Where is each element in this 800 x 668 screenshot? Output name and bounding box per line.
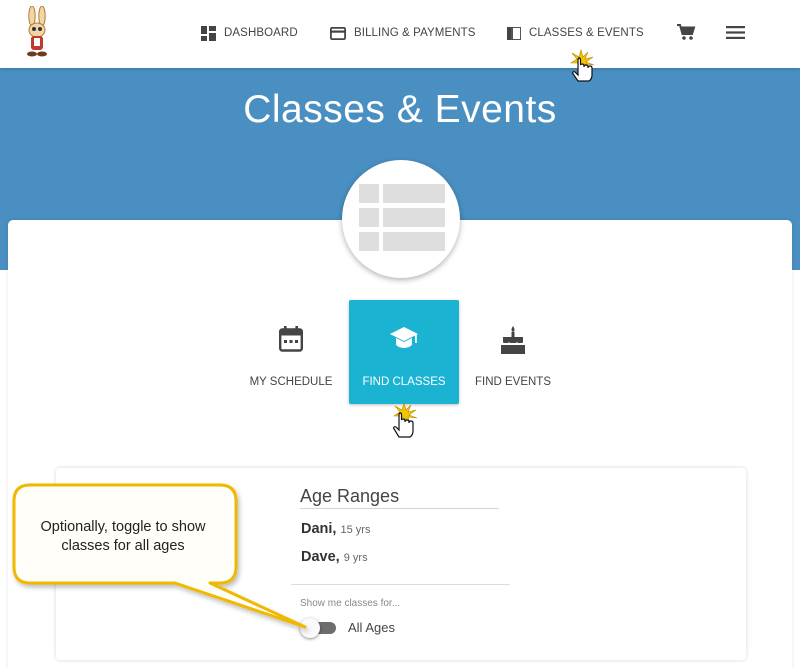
calendar-icon <box>279 326 303 352</box>
title-divider <box>300 508 499 509</box>
book-icon <box>507 26 521 40</box>
credit-card-icon <box>330 26 346 40</box>
hand-pointer-icon <box>392 401 418 438</box>
nav-billing-label: BILLING & PAYMENTS <box>354 27 476 39</box>
cake-icon <box>501 326 525 354</box>
tab-find-classes[interactable]: FIND CLASSES <box>349 300 459 404</box>
nav-classes-label: CLASSES & EVENTS <box>529 27 644 39</box>
hamburger-menu-icon[interactable] <box>726 25 745 40</box>
tab-my-schedule[interactable]: MY SCHEDULE <box>236 300 346 404</box>
child-entry: Dani, 15 yrs <box>301 521 370 537</box>
tab-find-classes-label: FIND CLASSES <box>362 376 446 388</box>
bunny-logo[interactable] <box>22 6 54 60</box>
child-name: Dani, <box>301 521 337 537</box>
nav-billing-payments[interactable]: BILLING & PAYMENTS <box>330 24 476 42</box>
all-ages-toggle[interactable] <box>300 618 336 638</box>
list-view-emblem <box>342 160 460 278</box>
nav-classes-events[interactable]: CLASSES & EVENTS <box>507 24 644 42</box>
list-view-icon <box>359 184 445 251</box>
child-age: 15 yrs <box>340 524 371 536</box>
top-navbar: DASHBOARD BILLING & PAYMENTS CLASSES & E… <box>0 0 800 68</box>
callout-text: Optionally, toggle to show classes for a… <box>40 519 206 554</box>
tab-find-events-label: FIND EVENTS <box>474 376 552 388</box>
hand-pointer-icon <box>570 48 595 82</box>
dashboard-icon <box>201 25 216 41</box>
show-classes-for-label: Show me classes for... <box>300 598 401 609</box>
page-title: Classes & Events <box>243 88 557 131</box>
child-age: 9 yrs <box>343 552 368 564</box>
child-entry: Dave, 9 yrs <box>301 549 368 565</box>
child-name: Dave, <box>301 549 340 565</box>
toggle-knob[interactable] <box>300 618 320 638</box>
tab-my-schedule-label: MY SCHEDULE <box>249 376 333 388</box>
nav-dashboard[interactable]: DASHBOARD <box>201 24 298 42</box>
section-divider <box>291 584 510 585</box>
graduation-cap-icon <box>390 327 418 348</box>
all-ages-label: All Ages <box>348 620 395 635</box>
age-ranges-panel <box>56 468 746 660</box>
age-ranges-title: Age Ranges <box>300 486 400 506</box>
tab-find-events[interactable]: FIND EVENTS <box>458 300 568 404</box>
nav-dashboard-label: DASHBOARD <box>224 27 298 39</box>
cart-icon[interactable] <box>676 23 696 41</box>
